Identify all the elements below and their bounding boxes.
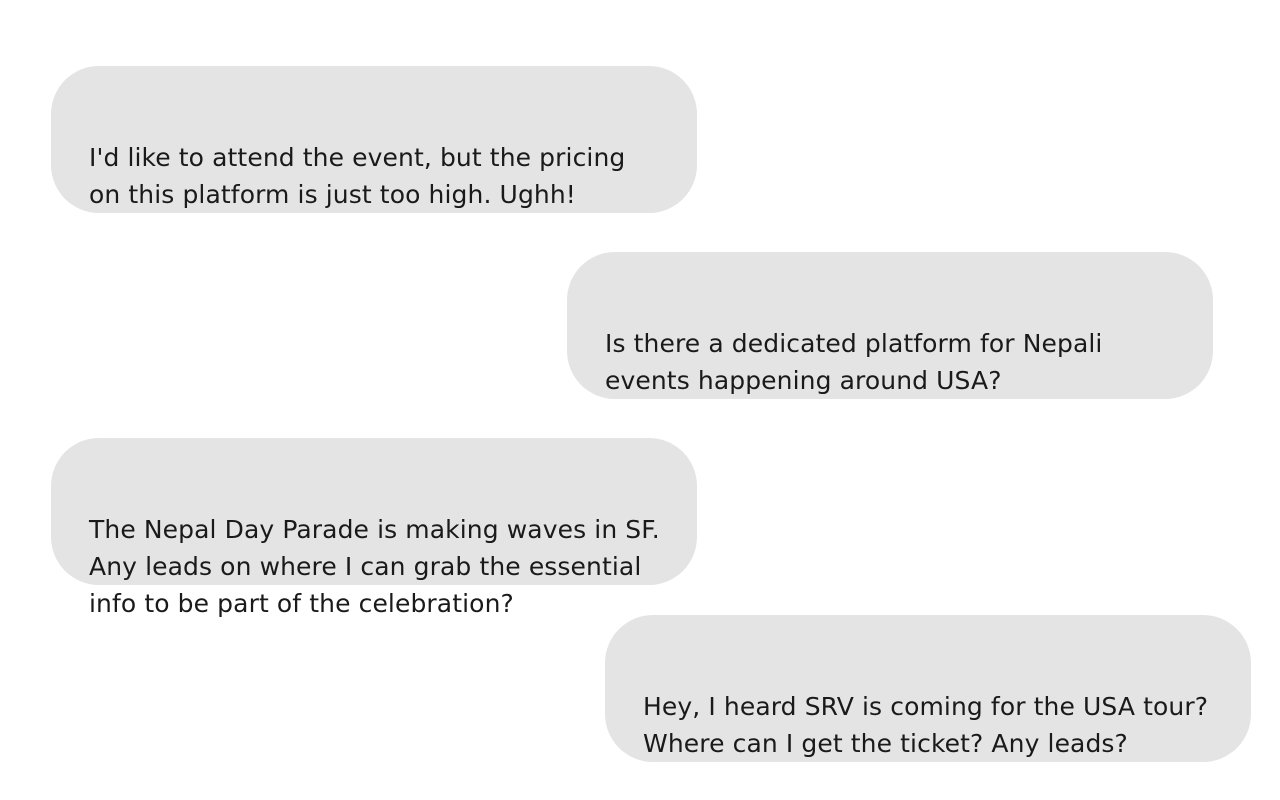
message-bubble-right: Hey, I heard SRV is coming for the USA t… [605, 615, 1251, 762]
message-text: Is there a dedicated platform for Nepali… [605, 329, 1103, 395]
message-bubble-left: The Nepal Day Parade is making waves in … [51, 438, 697, 618]
message-text: I'd like to attend the event, but the pr… [89, 143, 626, 209]
chat-conversation: I'd like to attend the event, but the pr… [0, 0, 1280, 800]
message-bubble-left: I'd like to attend the event, but the pr… [51, 66, 697, 213]
message-bubble-right: Is there a dedicated platform for Nepali… [567, 252, 1213, 399]
message-text: Hey, I heard SRV is coming for the USA t… [643, 692, 1209, 758]
message-text: The Nepal Day Parade is making waves in … [89, 515, 660, 618]
